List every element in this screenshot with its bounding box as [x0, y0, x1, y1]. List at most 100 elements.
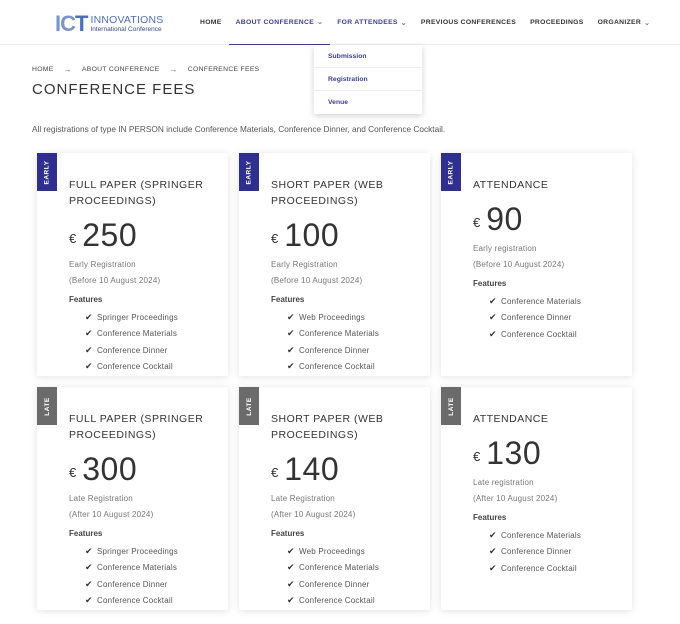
nav-about-conference[interactable]: ABOUT CONFERENCE ⌄ — [228, 0, 331, 45]
registration-info: Early Registration (Before 10 August 2024… — [69, 260, 161, 285]
price-amount: 300 — [82, 451, 138, 487]
nav-proceedings[interactable]: PROCEEDINGS — [523, 0, 591, 45]
fee-card: EARLY FULL PAPER (SPRINGER PROCEEDINGS) … — [37, 153, 228, 376]
check-icon: ✔ — [489, 312, 497, 323]
feature-item: ✔ Conference Cocktail — [85, 361, 173, 372]
features-heading: Features — [271, 295, 305, 304]
nav-previous-conferences[interactable]: PREVIOUS CONFERENCES — [414, 0, 523, 45]
price: €140 — [271, 453, 339, 485]
features-list: ✔ Web Proceedings ✔ Conference Materials ✔… — [287, 309, 379, 375]
check-icon: ✔ — [85, 562, 93, 573]
ribbon-badge: LATE — [239, 387, 259, 425]
card-title: ATTENDANCE — [473, 179, 549, 191]
feature-item: ✔ Conference Materials — [85, 328, 178, 339]
main-nav: HOME ABOUT CONFERENCE ⌄ FOR ATTENDEES ⌄ PR… — [193, 0, 657, 45]
features-list: ✔ Web Proceedings ✔ Conference Materials ✔… — [287, 543, 379, 609]
check-icon: ✔ — [287, 595, 295, 606]
logo-mark: ICT — [55, 11, 88, 36]
check-icon: ✔ — [85, 595, 93, 606]
price: €300 — [69, 453, 137, 485]
dropdown-item-submission[interactable]: Submission — [314, 45, 422, 68]
ribbon-badge: EARLY — [239, 153, 259, 191]
feature-item: ✔ Conference Dinner — [85, 344, 168, 355]
attendees-dropdown: Submission Registration Venue — [314, 45, 422, 114]
registration-info: Early registration (Before 10 August 2024… — [473, 244, 565, 269]
logo-line-1: INNOVATIONS — [90, 13, 164, 26]
euro-icon: € — [69, 231, 77, 246]
fee-card: EARLY SHORT PAPER (WEB PROCEEDINGS) €100… — [239, 153, 430, 376]
check-icon: ✔ — [489, 295, 497, 306]
card-title: SHORT PAPER (WEB PROCEEDINGS) — [271, 179, 384, 207]
arrow-right-icon: → — [169, 65, 178, 74]
check-icon: ✔ — [85, 361, 93, 372]
breadcrumb-home[interactable]: HOME — [32, 66, 54, 73]
price-amount: 140 — [284, 451, 340, 487]
euro-icon: € — [473, 449, 481, 464]
fee-card: EARLY ATTENDANCE €90 Early registration(… — [441, 153, 632, 376]
site-header: ICT INNOVATIONS International Conference… — [0, 0, 680, 45]
feature-item: ✔ Springer Proceedings — [85, 311, 178, 322]
feature-item: ✔ Conference Materials — [85, 562, 178, 573]
feature-item: ✔ Web Proceedings — [287, 311, 365, 322]
feature-item: ✔ Springer Proceedings — [85, 545, 178, 556]
registration-info: Late Registration (After 10 August 2024) — [69, 494, 154, 519]
feature-item: ✔ Conference Materials — [287, 562, 380, 573]
euro-icon: € — [271, 465, 279, 480]
feature-item: ✔ Conference Cocktail — [489, 328, 577, 339]
check-icon: ✔ — [287, 545, 295, 556]
feature-item: ✔ Conference Dinner — [85, 578, 168, 589]
ribbon-badge: EARLY — [441, 153, 461, 191]
price: €100 — [271, 219, 339, 251]
dropdown-item-venue[interactable]: Venue — [314, 91, 422, 114]
feature-item: ✔ Conference Dinner — [489, 312, 572, 323]
card-title: ATTENDANCE — [473, 413, 549, 425]
check-icon: ✔ — [489, 546, 497, 557]
check-icon: ✔ — [489, 328, 497, 339]
check-icon: ✔ — [85, 311, 93, 322]
feature-item: ✔ Conference Cocktail — [287, 361, 375, 372]
features-list: ✔ Springer Proceedings ✔ Conference Materi… — [85, 309, 178, 375]
chevron-down-icon: ⌄ — [317, 19, 324, 26]
feature-item: ✔ Conference Materials — [489, 295, 582, 306]
euro-icon: € — [69, 465, 77, 480]
nav-organizer[interactable]: ORGANIZER ⌄ — [591, 0, 658, 45]
feature-item: ✔ Conference Materials — [489, 529, 582, 540]
features-list: ✔ Springer Proceedings ✔ Conference Materi… — [85, 543, 178, 609]
check-icon: ✔ — [287, 562, 295, 573]
registration-info: Early Registration (Before 10 August 2024… — [271, 260, 363, 285]
price-amount: 130 — [486, 435, 542, 471]
ribbon-badge: LATE — [441, 387, 461, 425]
price-amount: 90 — [486, 201, 523, 237]
nav-home[interactable]: HOME — [193, 0, 229, 45]
feature-item: ✔ Conference Cocktail — [287, 595, 375, 606]
feature-item: ✔ Conference Cocktail — [489, 562, 577, 573]
price-amount: 250 — [82, 217, 138, 253]
features-heading: Features — [69, 529, 103, 538]
features-list: ✔ Conference Materials ✔ Conference Dinner… — [489, 293, 581, 343]
arrow-right-icon: → — [63, 65, 72, 74]
registration-info: Late registration (After 10 August 2024) — [473, 478, 558, 503]
price: €90 — [473, 203, 523, 235]
feature-item: ✔ Conference Cocktail — [85, 595, 173, 606]
card-title: FULL PAPER (SPRINGER PROCEEDINGS) — [69, 179, 204, 207]
breadcrumb-about[interactable]: ABOUT CONFERENCE — [82, 66, 160, 73]
chevron-down-icon: ⌄ — [400, 19, 407, 27]
fee-card: LATE FULL PAPER (SPRINGER PROCEEDINGS) €… — [37, 387, 228, 610]
site-logo[interactable]: ICT INNOVATIONS International Conference — [55, 12, 163, 36]
features-list: ✔ Conference Materials ✔ Conference Dinner… — [489, 527, 581, 577]
check-icon: ✔ — [85, 344, 93, 355]
nav-for-attendees[interactable]: FOR ATTENDEES ⌄ — [330, 0, 414, 45]
feature-item: ✔ Web Proceedings — [287, 545, 365, 556]
check-icon: ✔ — [85, 328, 93, 339]
check-icon: ✔ — [287, 328, 295, 339]
euro-icon: € — [271, 231, 279, 246]
dropdown-item-registration[interactable]: Registration — [314, 68, 422, 91]
fee-card: LATE ATTENDANCE €130 Late registration (A… — [441, 387, 632, 610]
page-title: CONFERENCE FEES — [32, 81, 196, 98]
features-heading: Features — [271, 529, 305, 538]
registration-info: Late Registration (After 10 August 2024) — [271, 494, 356, 519]
euro-icon: € — [473, 215, 481, 230]
fee-card: LATE SHORT PAPER (WEB PROCEEDINGS) €140 … — [239, 387, 430, 610]
check-icon: ✔ — [287, 344, 295, 355]
intro-text: All registrations of type IN PERSON incl… — [32, 124, 446, 134]
